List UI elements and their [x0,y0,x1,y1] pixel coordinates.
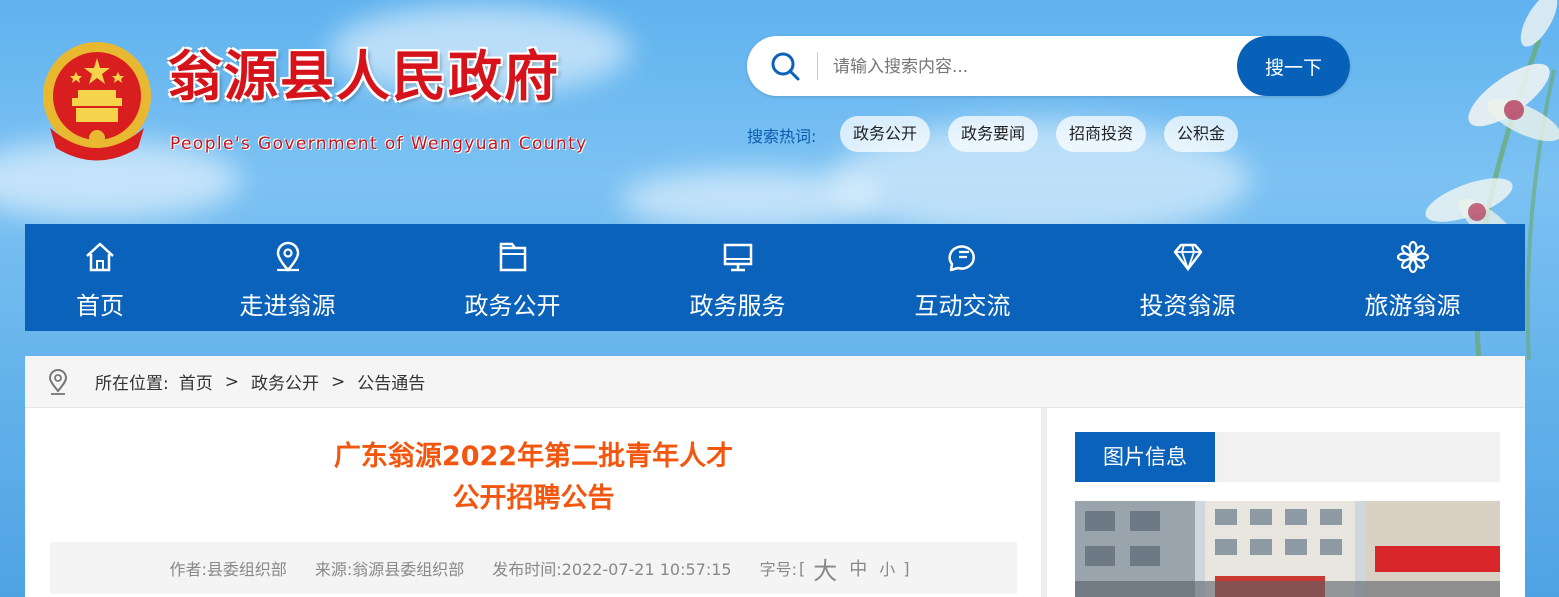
search-icon[interactable] [769,50,801,82]
home-icon [86,242,114,272]
search-input[interactable] [831,46,1235,88]
hot-tag[interactable]: 公积金 [1164,116,1239,152]
search-divider [817,52,818,80]
font-size-control: 字号: [ 大 中 小 ] [760,551,912,586]
monitor-icon [723,243,752,272]
article-title-line: 广东翁源2022年第二批青年人才 [333,441,734,472]
hot-tag[interactable]: 政务公开 [840,116,931,152]
main-nav: 首页 走进翁源 政务公开 政务服务 互动交流 投资翁源 旅游翁源 [25,224,1525,331]
street-photo[interactable] [1075,501,1500,597]
nav-item-about[interactable]: 走进翁源 [175,224,400,331]
article-meta: 作者:县委组织部 来源:翁源县委组织部 发布时间:2022-07-21 10:5… [50,542,1017,594]
article-publish-time: 发布时间:2022-07-21 10:57:15 [492,560,732,579]
font-size-small-button[interactable]: 小 [879,556,895,580]
content-panel: 所在位置: 首页 > 政务公开 > 公告通告 广东翁源2022年第二批青年人才 … [25,356,1525,597]
breadcrumb-home[interactable]: 首页 [179,369,213,394]
breadcrumb-gov-affairs[interactable]: 政务公开 [251,369,319,394]
search-button[interactable]: 搜一下 [1237,36,1350,96]
sidebar-section-header: 图片信息 [1075,432,1500,482]
site-title: 翁源县人民政府 [168,45,560,108]
site-subtitle: People's Government of Wengyuan County [170,134,588,154]
nav-label: 走进翁源 [239,292,336,320]
location-pin-icon [276,241,299,272]
folder-icon [499,242,526,272]
nav-item-tourism[interactable]: 旅游翁源 [1300,224,1525,331]
nav-item-gov-services[interactable]: 政务服务 [625,224,850,331]
hot-tag[interactable]: 政务要闻 [948,116,1039,152]
bracket-open: [ [799,558,806,578]
hot-search-label: 搜索热词: [747,127,817,146]
breadcrumb-prefix: 所在位置: [95,374,169,394]
article-source: 来源:翁源县委组织部 [314,560,465,579]
search-box: 搜一下 [747,36,1350,96]
nav-label: 政务公开 [464,292,561,320]
article-title: 广东翁源2022年第二批青年人才 公开招聘公告 [50,436,1017,520]
breadcrumb-separator: > [330,371,346,392]
article-title-line: 公开招聘公告 [452,483,615,514]
article-author: 作者:县委组织部 [169,560,287,579]
nav-label: 投资翁源 [1139,292,1236,320]
nav-label: 首页 [76,292,124,320]
bracket-close: ] [903,558,910,578]
nav-item-gov-affairs[interactable]: 政务公开 [400,224,625,331]
nav-label: 旅游翁源 [1364,292,1461,320]
nav-item-home[interactable]: 首页 [25,224,175,331]
nav-item-interaction[interactable]: 互动交流 [850,224,1075,331]
breadcrumb: 所在位置: 首页 > 政务公开 > 公告通告 [25,356,1525,408]
font-size-large-button[interactable]: 大 [813,551,837,586]
sidebar-section-title[interactable]: 图片信息 [1075,432,1215,482]
breadcrumb-notices[interactable]: 公告通告 [357,369,425,394]
flower-icon [1396,240,1429,274]
chat-bubble-icon [948,245,975,272]
font-size-medium-button[interactable]: 中 [849,555,867,581]
diamond-icon [1173,243,1202,272]
hot-search-tags: 政务公开 政务要闻 招商投资 公积金 [840,116,1239,152]
font-size-label: 字号: [759,560,798,579]
location-pin-icon [48,368,68,395]
nav-label: 政务服务 [689,292,786,320]
breadcrumb-separator: > [224,371,239,392]
national-emblem-icon [43,42,151,161]
cloud-decoration [620,170,880,230]
nav-label: 互动交流 [914,292,1011,320]
hot-tag[interactable]: 招商投资 [1056,116,1147,152]
nav-item-investment[interactable]: 投资翁源 [1075,224,1300,331]
column-divider [1041,408,1047,597]
